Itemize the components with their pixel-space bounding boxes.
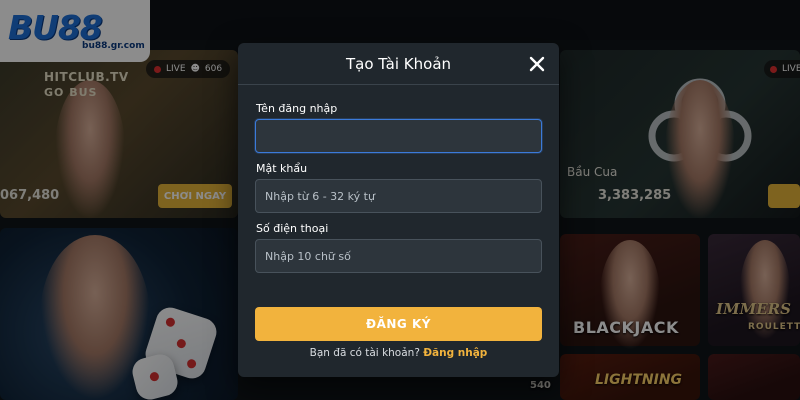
register-button[interactable]: ĐĂNG KÝ [255, 307, 542, 341]
modal-header: Tạo Tài Khoản [238, 43, 559, 85]
login-link[interactable]: Đăng nhập [423, 347, 487, 359]
password-input[interactable] [255, 179, 542, 213]
username-input[interactable] [255, 119, 542, 153]
modal-title: Tạo Tài Khoản [345, 54, 452, 73]
register-modal: Tạo Tài Khoản Tên đăng nhập Mật khẩu Số … [238, 43, 559, 377]
login-prompt-text: Bạn đã có tài khoản? [309, 347, 420, 359]
username-label: Tên đăng nhập [256, 102, 338, 115]
phone-label: Số điện thoại [256, 222, 329, 235]
close-icon[interactable] [527, 54, 547, 74]
phone-input[interactable] [255, 239, 542, 273]
password-label: Mật khẩu [256, 162, 308, 175]
login-prompt-row: Bạn đã có tài khoản? Đăng nhập [238, 347, 559, 359]
